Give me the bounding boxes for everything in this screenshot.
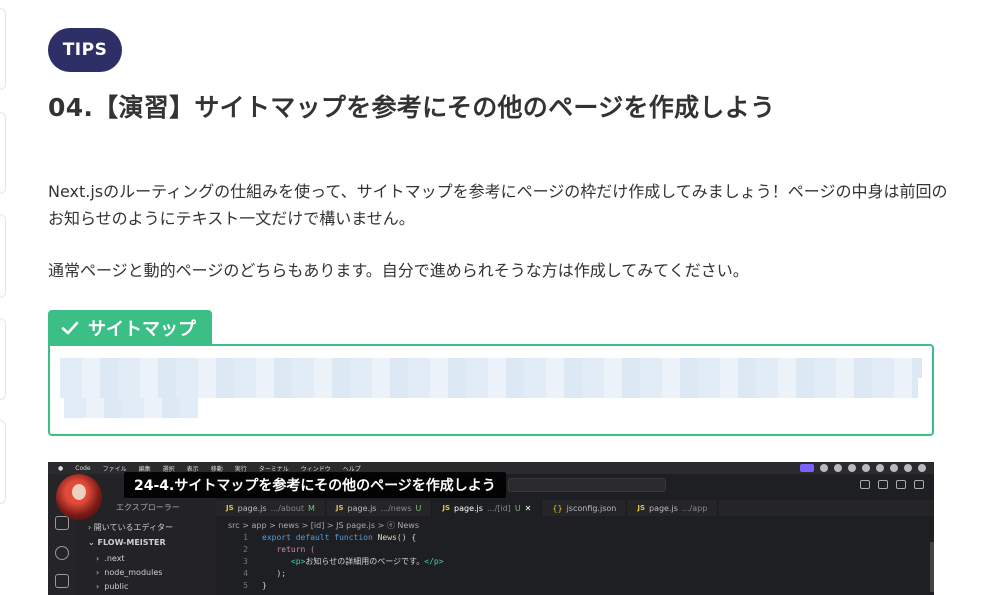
editor-tab[interactable]: JS page.js .../app (627, 500, 719, 516)
editor-tab[interactable]: JS page.js .../about M (216, 500, 326, 516)
line-number: 5 (243, 581, 248, 590)
code-keyword: export default function (262, 533, 373, 542)
js-file-icon: JS (637, 504, 645, 512)
files-icon[interactable] (55, 516, 69, 530)
edge-card-strip (0, 214, 6, 298)
tab-path: .../[id] (486, 503, 511, 513)
source-control-icon[interactable] (55, 574, 69, 588)
blurred-content (60, 378, 918, 398)
close-icon[interactable]: ✕ (525, 504, 532, 513)
video-title: 24-4.サイトマップを参考にその他のページを作成しよう (124, 472, 506, 498)
note-paragraph: 通常ページと動的ページのどちらもあります。自分で進められそうな方は作成してみてく… (48, 261, 749, 280)
js-file-icon: JS (442, 504, 451, 512)
sitemap-label: サイトマップ (88, 318, 196, 340)
code-text: お知らせの詳細用のページです。 (305, 557, 425, 566)
tab-path: .../app (681, 503, 708, 513)
tab-file: page.js (649, 503, 678, 513)
editor-breadcrumb: src > app > news > [id] > JS page.js > ⓔ… (228, 521, 419, 530)
menu-item: Code (75, 464, 91, 472)
video-player[interactable]: ● Code ファイル 編集 選択 表示 移動 実行 ターミナル ウィンドウ ヘ… (48, 462, 934, 595)
editor-tab[interactable]: {} jsconfig.json (542, 500, 628, 516)
tab-path: .../about (270, 503, 304, 513)
open-editors[interactable]: › 開いているエディター (88, 522, 173, 533)
folder-item[interactable]: › .next (96, 554, 125, 563)
tips-badge: TIPS (48, 28, 122, 72)
search-icon[interactable] (55, 546, 69, 560)
tab-file: page.js (237, 503, 267, 513)
json-file-icon: {} (552, 503, 563, 513)
line-number: 1 (243, 533, 248, 542)
edge-card-strip (0, 8, 6, 90)
sitemap-header: サイトマップ (48, 310, 212, 345)
js-file-icon: JS (226, 504, 234, 512)
js-file-icon: JS (335, 504, 344, 512)
folder-item[interactable]: › node_modules (96, 568, 162, 577)
line-number: 2 (243, 545, 248, 554)
command-search-box[interactable] (508, 478, 666, 492)
tab-status: M (307, 503, 315, 513)
line-number: 4 (243, 569, 248, 578)
blurred-content (60, 358, 922, 378)
code-tag: <p> (290, 557, 306, 566)
menubar-status-icons (800, 464, 926, 472)
open-editors-label: 開いているエディター (93, 523, 173, 532)
page-title: 04.【演習】サイトマップを参考にその他のページを作成しよう (48, 93, 776, 122)
edge-card-strip (0, 318, 6, 400)
sitemap-image-blurred (48, 344, 934, 436)
code-text: ); (276, 569, 287, 578)
folder-label: public (104, 582, 129, 591)
edge-card-strip (0, 112, 6, 194)
editor-tab-active[interactable]: JS page.js .../[id] U ✕ (432, 500, 543, 516)
editor-tab[interactable]: JS page.js .../news U (326, 500, 433, 516)
code-text: return ( (276, 545, 315, 554)
tab-file: page.js (454, 503, 483, 513)
folder-label: .next (104, 554, 125, 563)
project-label: FLOW-MEISTER (97, 538, 166, 547)
tab-path: .../news (380, 503, 412, 513)
code-function: News (377, 533, 397, 542)
project-folder[interactable]: ⌄ FLOW-MEISTER (88, 538, 166, 547)
check-icon (61, 321, 79, 334)
intro-paragraph: Next.jsのルーティングの仕組みを使って、サイトマップを参考にページの枠だけ… (48, 182, 948, 228)
code-text: } (262, 581, 267, 590)
explorer-header: エクスプローラー (116, 503, 180, 512)
edge-card-strip (0, 420, 6, 504)
line-number: 3 (243, 557, 248, 566)
code-text: () { (396, 533, 417, 542)
editor-tabs: JS page.js .../about M JS page.js .../news U J… (216, 500, 934, 516)
blurred-content (64, 398, 198, 418)
layout-icons (860, 480, 924, 489)
tab-file: page.js (347, 503, 377, 513)
apple-icon: ● (58, 464, 64, 472)
code-editor[interactable]: 1 export default function News() { 2 retu… (228, 532, 444, 592)
folder-label: node_modules (104, 568, 163, 577)
tab-status: U (514, 503, 521, 513)
tab-file: jsconfig.json (566, 503, 617, 513)
menu-item: ファイル (102, 465, 127, 473)
tab-status: U (415, 503, 422, 513)
folder-item[interactable]: › public (96, 582, 128, 591)
editor-scrollbar[interactable] (930, 542, 934, 592)
instructor-avatar (56, 474, 102, 520)
code-tag: </p> (424, 557, 444, 566)
